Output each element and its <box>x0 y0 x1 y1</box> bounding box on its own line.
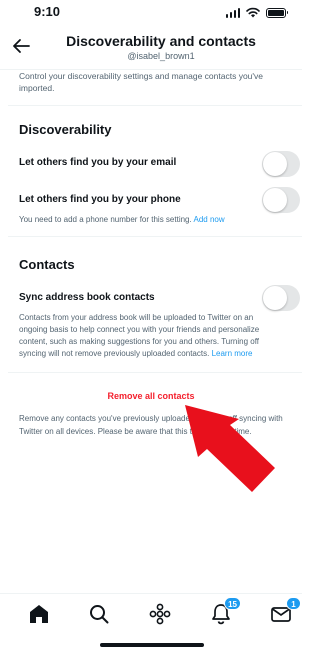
intro-text: Control your discoverability settings an… <box>19 71 264 93</box>
sync-contacts-toggle[interactable] <box>262 285 300 311</box>
section-divider <box>8 372 302 373</box>
messages-badge: 1 <box>286 597 301 610</box>
contacts-heading: Contacts <box>19 257 75 272</box>
header: Discoverability and contacts @isabel_bro… <box>0 27 302 67</box>
notifications-tab[interactable]: 15 <box>208 597 241 627</box>
add-phone-link[interactable]: Add now <box>194 215 225 224</box>
home-icon[interactable] <box>26 601 52 627</box>
toggle-knob <box>263 286 287 310</box>
notifications-badge: 15 <box>224 597 241 610</box>
messages-tab[interactable]: 1 <box>268 597 301 627</box>
remove-contacts-note: Remove any contacts you've previously up… <box>19 414 283 436</box>
toggle-knob <box>263 188 287 212</box>
remove-all-contacts-button[interactable]: Remove all contacts <box>0 391 302 401</box>
spaces-icon[interactable] <box>147 601 173 627</box>
phone-discovery-toggle[interactable] <box>262 187 300 213</box>
section-divider <box>8 236 302 237</box>
sync-contacts-label: Sync address book contacts <box>19 292 155 303</box>
bottom-tab-bar: 15 1 <box>0 593 302 651</box>
phone-note: You need to add a phone number for this … <box>19 214 281 226</box>
home-indicator <box>100 643 204 647</box>
discoverability-heading: Discoverability <box>19 122 112 137</box>
battery-icon <box>266 7 288 18</box>
toggle-knob <box>263 152 287 176</box>
phone-note-text: You need to add a phone number for this … <box>19 215 192 224</box>
section-divider <box>8 105 302 106</box>
wifi-icon <box>246 7 260 18</box>
sync-note: Contacts from your address book will be … <box>19 312 281 360</box>
status-icons <box>225 7 288 18</box>
page-title: Discoverability and contacts <box>66 33 256 49</box>
email-discovery-label: Let others find you by your email <box>19 157 177 168</box>
phone-discovery-label: Let others find you by your phone <box>19 194 181 205</box>
status-bar: 9:10 <box>0 0 302 26</box>
search-icon[interactable] <box>86 601 112 627</box>
email-discovery-toggle[interactable] <box>262 151 300 177</box>
signal-icon <box>225 7 240 18</box>
learn-more-link[interactable]: Learn more <box>212 349 253 358</box>
account-handle: @isabel_brown1 <box>127 51 195 61</box>
status-time: 9:10 <box>34 4 61 19</box>
